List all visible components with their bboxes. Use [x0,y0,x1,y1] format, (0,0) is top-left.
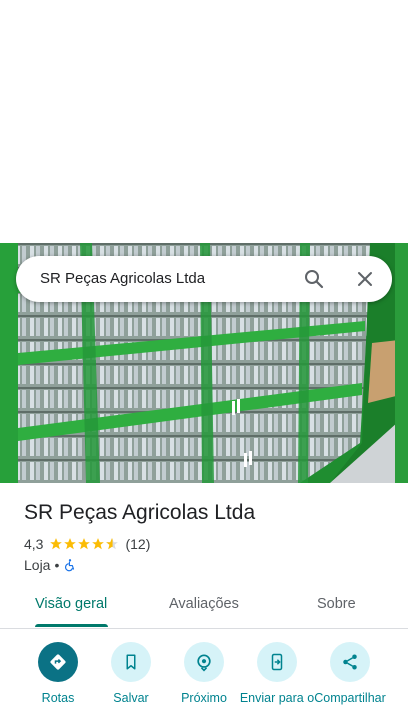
nearby-button[interactable]: Próximo [164,640,244,705]
tab-bar: Visão geral Avaliações Sobre [0,584,408,629]
rating-row[interactable]: 4,3 (12) [24,535,150,553]
save-label: Salvar [113,691,149,705]
nearby-icon [197,654,211,672]
star-icon [64,538,77,550]
share-button[interactable]: Compartilhar [310,640,390,705]
tab-about[interactable]: Sobre [317,596,356,612]
search-icon[interactable] [302,267,326,291]
blank-area [0,0,408,243]
save-icon-circle [111,642,151,682]
star-icon [78,538,91,550]
send-icon-circle [257,642,297,682]
directions-icon [50,654,66,670]
tab-overview[interactable]: Visão geral [35,596,107,612]
send-to-phone-button[interactable]: Enviar para o [237,640,317,705]
send-to-phone-icon [271,653,283,671]
close-icon[interactable] [353,267,377,291]
action-bar: Rotas Salvar Próximo Enviar para o Compa… [0,640,408,726]
active-tab-indicator [35,624,108,627]
share-icon-circle [330,642,370,682]
share-icon [343,654,357,670]
share-label: Compartilhar [314,691,386,705]
search-input[interactable]: SR Peças Agricolas Ltda [40,270,205,287]
separator-dot: • [54,557,60,573]
category-row: Loja • [24,556,77,574]
nearby-icon-circle [184,642,224,682]
nearby-label: Próximo [181,691,227,705]
search-bar[interactable]: SR Peças Agricolas Ltda [16,256,392,302]
directions-label: Rotas [41,691,75,705]
bookmark-icon [126,654,136,670]
place-category: Loja [24,557,51,573]
place-title: SR Peças Agricolas Ltda [24,501,256,524]
wheelchair-accessible-icon [65,559,75,572]
star-rating [49,537,119,551]
rating-value: 4,3 [24,536,44,552]
save-button[interactable]: Salvar [91,640,171,705]
directions-button[interactable]: Rotas [18,640,98,705]
tab-reviews[interactable]: Avaliações [169,596,239,612]
half-star-icon [106,538,119,550]
directions-icon-circle [38,642,78,682]
star-icon [92,538,105,550]
send-label: Enviar para o [239,691,315,705]
star-icon [50,538,63,550]
review-count[interactable]: (12) [125,536,150,552]
